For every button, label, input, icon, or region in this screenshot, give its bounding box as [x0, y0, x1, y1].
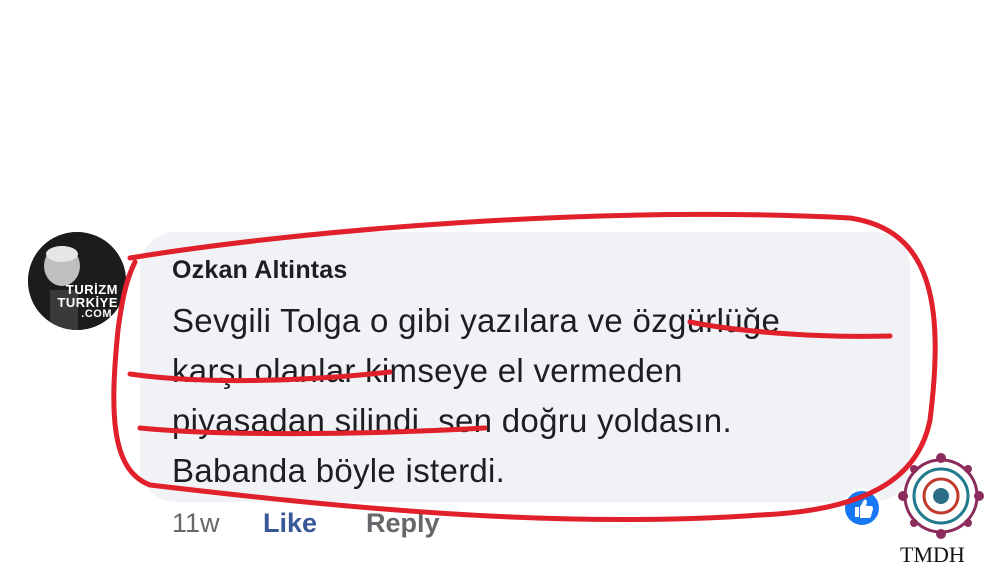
watermark-label: TMDH [900, 542, 965, 567]
tmdh-logo-icon [898, 453, 984, 539]
red-circle-annotation [111, 211, 938, 523]
underline-silindi [137, 425, 488, 437]
annotation-overlay [111, 211, 938, 523]
underline-karsi-olanlar [127, 369, 393, 384]
underline-ozgurluge [687, 319, 893, 339]
